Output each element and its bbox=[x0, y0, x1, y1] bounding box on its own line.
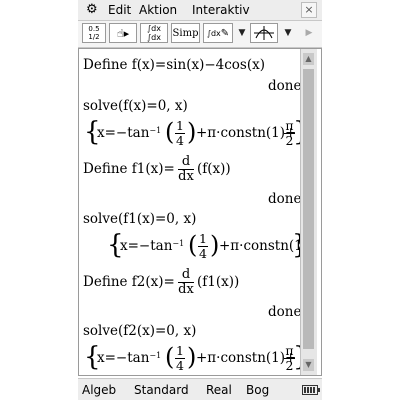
fraction-decimal-top: 0.5 bbox=[88, 25, 100, 33]
entry2-input[interactable]: solve(f(x)=0, x) bbox=[83, 98, 188, 114]
entry4-input[interactable]: solve(f1(x)=0, x) bbox=[83, 211, 196, 227]
entry4-close-paren: ) bbox=[210, 231, 220, 259]
entry5-input-prefix[interactable]: Define f2(x)= bbox=[83, 274, 175, 290]
menu-interaktiv[interactable]: Interaktiv bbox=[192, 3, 250, 17]
entry3-deriv-den: dx bbox=[178, 169, 194, 184]
entry2-close-paren: ) bbox=[187, 118, 197, 146]
integral-top: ∫dx bbox=[147, 24, 161, 33]
entry2-x-eq: x=−tan−1 bbox=[97, 125, 161, 141]
entry6-frac-den: 4 bbox=[176, 358, 184, 373]
entry5-output: done bbox=[268, 304, 302, 320]
main-work-area[interactable]: Define f(x)=sin(x)−4cos(x) done solve(f(… bbox=[78, 48, 322, 376]
entry2-sup: −1 bbox=[149, 126, 162, 135]
entry6-input[interactable]: solve(f2(x)=0, x) bbox=[83, 323, 196, 339]
entry1-input[interactable]: Define f(x)=sin(x)−4cos(x) bbox=[83, 57, 265, 73]
entry2-frac-num: 1 bbox=[176, 118, 184, 133]
entry5-input-suffix[interactable]: (f1(x)) bbox=[197, 274, 239, 290]
entry6-mid: +π·constn(1)+ bbox=[196, 350, 297, 366]
entry6-frac-num: 1 bbox=[176, 343, 184, 358]
entry5-deriv-num: d bbox=[181, 267, 191, 282]
entry3-output: done bbox=[268, 191, 302, 207]
entry3-deriv-fraction: d dx bbox=[178, 155, 194, 184]
entry6-fraction: 1 4 bbox=[175, 344, 185, 373]
pencil-icon: ✎ bbox=[220, 27, 230, 39]
integral-edit-button[interactable]: ∫dx ✎ bbox=[203, 23, 233, 43]
entry4-sup: −1 bbox=[172, 239, 185, 248]
entry2-open-paren: ( bbox=[165, 118, 175, 146]
status-mode-real[interactable]: Real bbox=[206, 383, 232, 397]
drag-hand-button[interactable]: ☝▸ bbox=[109, 23, 137, 43]
fraction-decimal-toggle-button[interactable]: 0.5 1/2 bbox=[82, 23, 106, 43]
entry4-open-paren: ( bbox=[188, 231, 198, 259]
graph-axes-icon bbox=[254, 26, 274, 40]
simp-button[interactable]: Simp bbox=[171, 23, 200, 43]
entry2-mid: +π·constn(1)+ bbox=[196, 125, 297, 141]
toolbar: 0.5 1/2 ☝▸ ∫dx ∫dx Simp ∫dx ✎ ▼ ▼ ▶ bbox=[78, 21, 322, 48]
entry4-frac-den: 4 bbox=[199, 246, 207, 261]
graph-button[interactable] bbox=[250, 23, 278, 43]
entry1-output: done bbox=[268, 78, 302, 94]
integral-derivative-button[interactable]: ∫dx ∫dx bbox=[140, 23, 168, 43]
entry2-fraction: 1 4 bbox=[175, 119, 185, 148]
menu-aktion[interactable]: Aktion bbox=[139, 3, 177, 17]
entry2-frac-den: 4 bbox=[176, 133, 184, 148]
status-mode-bog[interactable]: Bog bbox=[246, 383, 269, 397]
scroll-right-arrow-icon[interactable]: ▶ bbox=[302, 23, 316, 43]
settings-gear-icon[interactable]: ⚙ bbox=[86, 2, 98, 18]
integral-edit-label: ∫dx bbox=[206, 28, 221, 38]
vertical-scrollbar[interactable]: ▲ ▼ bbox=[300, 49, 317, 375]
status-mode-standard[interactable]: Standard bbox=[134, 383, 189, 397]
status-bar: Algeb Standard Real Bog bbox=[78, 378, 322, 400]
battery-icon bbox=[302, 385, 320, 395]
entry4-x-eq: x=−tan−1 bbox=[120, 238, 184, 254]
dropdown-arrow-icon-2[interactable]: ▼ bbox=[281, 23, 295, 43]
menu-bar: ⚙ Edit Aktion Interaktiv × bbox=[78, 0, 322, 21]
entry3-input-prefix[interactable]: Define f1(x)= bbox=[83, 161, 175, 177]
entry6-open-paren: ( bbox=[165, 343, 175, 371]
entry6-sup: −1 bbox=[149, 351, 162, 360]
entry6-x-eq: x=−tan−1 bbox=[97, 350, 161, 366]
status-mode-algeb[interactable]: Algeb bbox=[82, 383, 116, 397]
entry4-x-eq-text: x=−tan bbox=[120, 238, 173, 254]
entry3-input-suffix[interactable]: (f(x)) bbox=[197, 161, 231, 177]
scrollbar-thumb[interactable] bbox=[303, 69, 314, 349]
entry5-deriv-den: dx bbox=[178, 282, 194, 297]
scroll-down-arrow-icon[interactable]: ▼ bbox=[303, 359, 314, 371]
close-button[interactable]: × bbox=[301, 2, 317, 18]
entry5-deriv-fraction: d dx bbox=[178, 268, 194, 297]
entry2-x-eq-text: x=−tan bbox=[97, 125, 150, 141]
menu-edit[interactable]: Edit bbox=[108, 3, 131, 17]
entry3-deriv-num: d bbox=[181, 154, 191, 169]
fraction-decimal-bottom: 1/2 bbox=[88, 33, 100, 41]
entry6-x-eq-text: x=−tan bbox=[97, 350, 150, 366]
dropdown-arrow-icon[interactable]: ▼ bbox=[235, 23, 249, 43]
entry4-frac-num: 1 bbox=[199, 231, 207, 246]
integral-bottom: ∫dx bbox=[147, 33, 161, 42]
scroll-up-arrow-icon[interactable]: ▲ bbox=[303, 53, 314, 65]
entry6-close-paren: ) bbox=[187, 343, 197, 371]
entry4-fraction: 1 4 bbox=[198, 232, 208, 261]
hand-icon: ☝▸ bbox=[116, 26, 130, 40]
casio-classpad-screen: ⚙ Edit Aktion Interaktiv × 0.5 1/2 ☝▸ ∫d… bbox=[78, 0, 322, 400]
